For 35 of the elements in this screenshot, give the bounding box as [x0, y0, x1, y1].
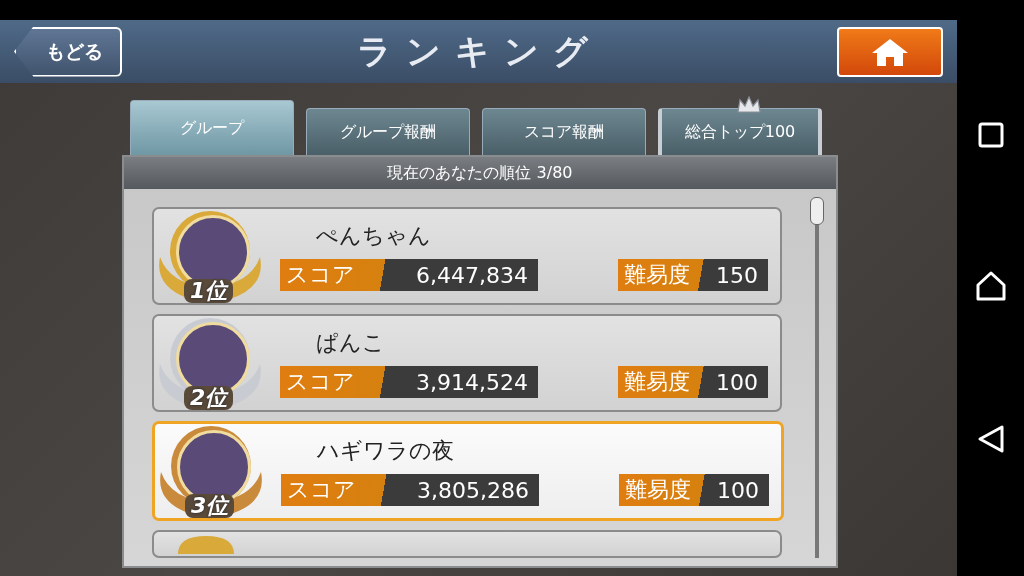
score-value: 3,805,286 [417, 477, 529, 503]
score-label: スコア [286, 261, 355, 289]
ranking-row[interactable]: 3位 ハギワラの夜 スコア 3,805,286 難易度 100 [152, 421, 784, 521]
tab[interactable]: 総合トップ100 [658, 108, 822, 155]
home-icon [870, 36, 910, 67]
score-label: スコア [287, 476, 356, 504]
difficulty-label: 難易度 [624, 261, 690, 289]
difficulty-label: 難易度 [624, 368, 690, 396]
tab[interactable]: スコア報酬 [482, 108, 646, 155]
back-icon[interactable] [976, 424, 1005, 455]
player-name: ハギワラの夜 [316, 437, 455, 465]
current-rank-text: 現在のあなたの順位 3/80 [124, 157, 836, 189]
home-icon[interactable] [974, 271, 1007, 301]
ranking-row[interactable]: 1位 ぺんちゃん スコア 6,447,834 難易度 150 [152, 207, 782, 305]
recent-apps-icon[interactable] [977, 121, 1004, 148]
crown-icon [736, 96, 762, 114]
player-name: ぱんこ [315, 329, 386, 357]
ranking-row[interactable] [152, 530, 782, 558]
difficulty-value: 100 [716, 369, 758, 395]
screen-title: ランキング [357, 29, 602, 73]
player-name: ぺんちゃん [315, 222, 432, 250]
rank-label: 2位 [184, 386, 234, 410]
score-label: スコア [286, 368, 355, 396]
score-value: 6,447,834 [416, 262, 528, 288]
ranking-row[interactable]: 2位 ぱんこ スコア 3,914,524 難易度 100 [152, 314, 782, 412]
difficulty-value: 100 [717, 477, 759, 503]
difficulty-value: 150 [716, 262, 758, 288]
scrollbar[interactable] [810, 197, 824, 558]
home-button[interactable] [837, 26, 943, 77]
back-button[interactable]: もどる [14, 26, 122, 77]
tab[interactable]: グループ報酬 [306, 108, 470, 155]
difficulty-label: 難易度 [625, 476, 691, 504]
rank-label: 1位 [184, 279, 234, 303]
rank-label: 3位 [185, 494, 235, 518]
score-value: 3,914,524 [416, 369, 528, 395]
